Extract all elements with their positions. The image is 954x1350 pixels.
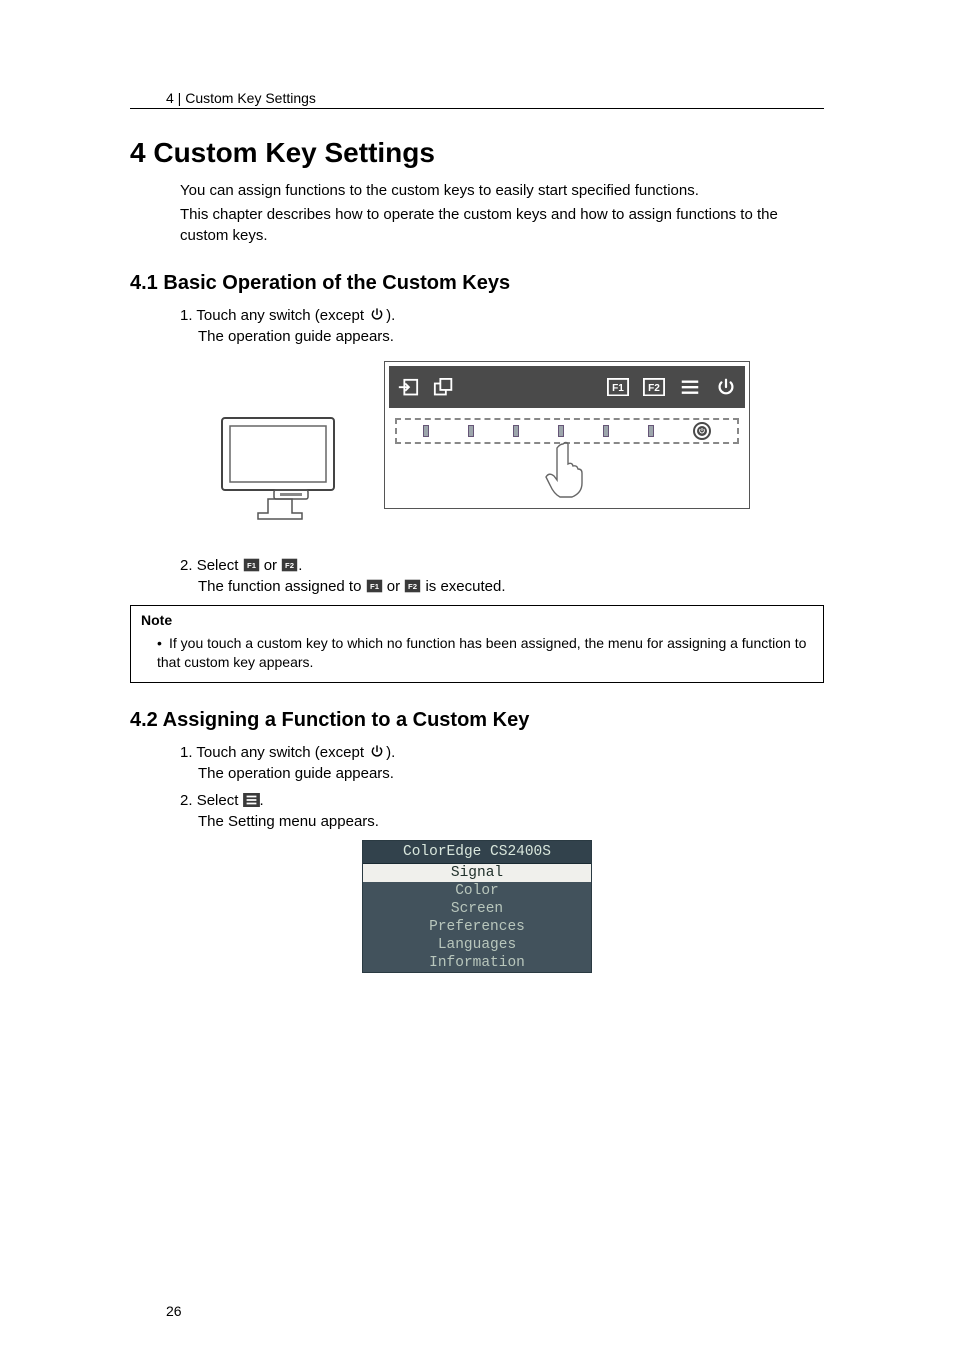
color-mode-icon — [433, 378, 455, 396]
section-4-2-num: 4.2 — [130, 709, 158, 731]
chapter-title: Custom Key Settings — [153, 137, 435, 168]
osd-menu-title: ColorEdge CS2400S — [363, 841, 591, 864]
svg-text:F1: F1 — [247, 561, 257, 570]
f1-icon: F1 — [607, 378, 629, 396]
svg-text:F1: F1 — [370, 582, 380, 591]
osd-menu-list: SignalColorScreenPreferencesLanguagesInf… — [363, 864, 591, 972]
f2-icon: F2 — [281, 558, 298, 572]
input-icon — [397, 378, 419, 396]
step-text: Touch any switch (except — [196, 744, 368, 761]
f1-icon: F1 — [243, 558, 260, 572]
s42-step-1: 1. Touch any switch (except ). The opera… — [180, 742, 824, 784]
operation-guide-figure: F1 F2 — [192, 361, 750, 547]
svg-text:F2: F2 — [408, 582, 417, 591]
osd-menu-item: Signal — [363, 864, 591, 882]
step-subtext: The Setting menu appears. — [198, 811, 824, 832]
step-text-tail: . — [298, 557, 302, 574]
switch — [423, 425, 429, 437]
section-4-2-heading: 4.2 Assigning a Function to a Custom Key — [130, 709, 824, 732]
osd-menu-item: Languages — [363, 936, 591, 954]
section-4-1-heading: 4.1 Basic Operation of the Custom Keys — [130, 272, 824, 295]
chapter-number: 4 — [130, 137, 146, 168]
page-header: 4 | Custom Key Settings — [130, 90, 824, 109]
menu-icon — [679, 378, 701, 396]
note-label: Note — [141, 612, 813, 628]
step-subtext: The function assigned to F1 or F2 is exe… — [198, 576, 824, 597]
switch — [468, 425, 474, 437]
finger-icon — [545, 440, 585, 495]
osd-menu-item: Information — [363, 954, 591, 972]
osd-menu-item: Preferences — [363, 918, 591, 936]
osd-menu-item: Color — [363, 882, 591, 900]
step-number: 1. — [180, 744, 196, 761]
step-number: 2. — [180, 557, 197, 574]
menu-icon — [243, 793, 260, 807]
f2-icon: F2 — [643, 378, 665, 396]
step-text-tail: ). — [386, 307, 395, 324]
osd-strip: F1 F2 — [384, 361, 750, 509]
osd-menu-figure: ColorEdge CS2400S SignalColorScreenPrefe… — [362, 840, 592, 973]
step-number: 1. — [180, 307, 196, 324]
switch — [648, 425, 654, 437]
f2-icon: F2 — [404, 579, 421, 593]
power-switch — [693, 422, 711, 440]
page-number: 26 — [166, 1303, 824, 1319]
osd-icon-row: F1 F2 — [389, 366, 745, 408]
f1-icon: F1 — [366, 579, 383, 593]
osd-menu-item: Screen — [363, 900, 591, 918]
switch — [558, 425, 564, 437]
bullet-icon: • — [157, 634, 169, 653]
note-box: Note •If you touch a custom key to which… — [130, 605, 824, 683]
s41-step-1: 1. Touch any switch (except ). The opera… — [180, 305, 824, 347]
step-text: Select — [197, 557, 243, 574]
chapter-heading: 4 Custom Key Settings — [130, 137, 824, 169]
intro-para-2: This chapter describes how to operate th… — [180, 205, 824, 246]
intro-para-1: You can assign functions to the custom k… — [180, 181, 824, 201]
switch — [513, 425, 519, 437]
breadcrumb: 4 | Custom Key Settings — [130, 90, 316, 106]
step-subtext: The operation guide appears. — [198, 326, 824, 347]
svg-text:F2: F2 — [648, 382, 660, 393]
svg-text:F1: F1 — [612, 382, 624, 393]
monitor-illustration — [220, 416, 348, 526]
switch — [603, 425, 609, 437]
section-4-2-title: Assigning a Function to a Custom Key — [163, 709, 530, 731]
s41-step-2: 2. Select F1 or F2. The function assigne… — [180, 555, 824, 597]
step-number: 2. — [180, 792, 197, 809]
power-icon — [368, 307, 386, 323]
or-text: or — [260, 557, 282, 574]
step-subtext: The operation guide appears. — [198, 763, 824, 784]
note-text: If you touch a custom key to which no fu… — [157, 635, 806, 670]
section-4-1-num: 4.1 — [130, 272, 158, 294]
step-text: Select — [197, 792, 243, 809]
note-body: •If you touch a custom key to which no f… — [157, 634, 813, 672]
power-icon — [715, 378, 737, 396]
step-text: Touch any switch (except — [196, 307, 368, 324]
step-text-tail: . — [260, 792, 264, 809]
power-icon — [368, 744, 386, 760]
svg-text:F2: F2 — [285, 561, 294, 570]
step-text-tail: ). — [386, 744, 395, 761]
s42-step-2: 2. Select . The Setting menu appears. — [180, 790, 824, 832]
section-4-1-title: Basic Operation of the Custom Keys — [163, 272, 510, 294]
